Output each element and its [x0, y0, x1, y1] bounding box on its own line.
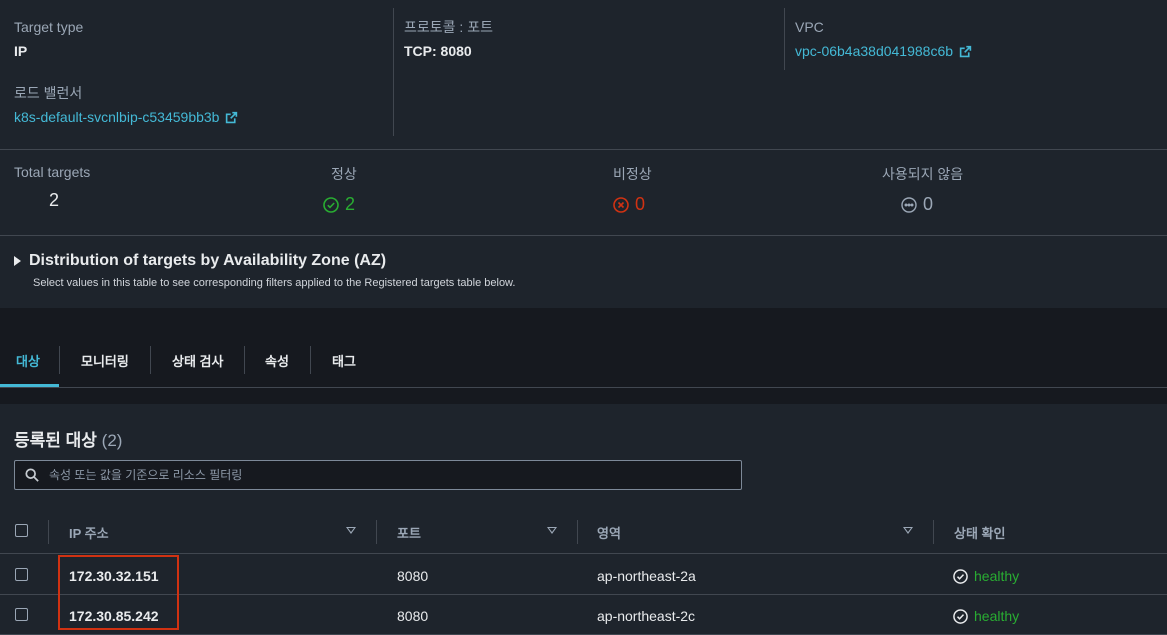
unhealthy-summary: 비정상 0: [613, 164, 652, 215]
table-header: IP 주소 포트 영역 상태 확인: [0, 508, 1167, 554]
column-separator: [376, 520, 377, 544]
row-health-text: healthy: [974, 608, 1020, 624]
filter-search-input[interactable]: [49, 468, 729, 482]
row-zone: ap-northeast-2a: [597, 568, 696, 584]
az-distribution-section: Distribution of targets by Availability …: [0, 236, 1167, 308]
details-col-target-type: Target type IP 로드 밸런서 k8s-default-svcnlb…: [14, 18, 238, 127]
az-distribution-toggle[interactable]: Distribution of targets by Availability …: [14, 252, 386, 270]
targets-summary: Total targets 2 정상 2 비정상 0 사용되지 않음 0: [0, 150, 1167, 236]
divider: [784, 8, 785, 70]
target-type-label: Target type: [14, 19, 84, 35]
row-port: 8080: [397, 568, 429, 584]
total-targets: Total targets 2: [14, 164, 90, 211]
load-balancer-label: 로드 밸런서: [14, 85, 83, 101]
search-icon: [25, 468, 39, 482]
unhealthy-count: 0: [635, 194, 646, 214]
protocol-label: 프로토콜 : 포트: [404, 19, 493, 35]
registered-targets-title-text: 등록된 대상: [14, 431, 97, 450]
error-circle-icon: [613, 196, 629, 213]
active-tab-indicator: [0, 384, 59, 387]
ip-highlight-box: [58, 555, 179, 630]
load-balancer-link[interactable]: k8s-default-svcnlbip-c53459bb3b: [14, 108, 238, 126]
details-col-vpc: VPC vpc-06b4a38d041988c6b: [795, 18, 972, 61]
row-port: 8080: [397, 608, 429, 624]
column-header-port[interactable]: 포트: [397, 523, 421, 542]
row-checkbox[interactable]: [15, 608, 28, 621]
details-col-protocol: 프로토콜 : 포트 TCP: 8080: [404, 18, 493, 60]
external-link-icon: [226, 111, 238, 123]
column-separator: [577, 520, 578, 544]
row-checkbox[interactable]: [15, 568, 28, 581]
healthy-value[interactable]: 2: [323, 194, 357, 215]
unused-count: 0: [923, 194, 934, 214]
load-balancer-link-text: k8s-default-svcnlbip-c53459bb3b: [14, 109, 220, 125]
sort-caret-icon[interactable]: [547, 527, 557, 534]
target-type-value: IP: [14, 43, 28, 59]
tab-bar: 대상 모니터링 상태 검사 속성 태그: [0, 308, 1167, 388]
sort-caret-icon[interactable]: [346, 527, 356, 534]
target-group-details: Target type IP 로드 밸런서 k8s-default-svcnlb…: [0, 0, 1167, 150]
more-circle-icon: [901, 196, 917, 213]
sort-caret-icon[interactable]: [903, 527, 913, 534]
registered-targets-count: (2): [101, 431, 123, 450]
column-header-health[interactable]: 상태 확인: [954, 523, 1005, 542]
column-separator: [933, 520, 934, 544]
vpc-link-text: vpc-06b4a38d041988c6b: [795, 43, 954, 59]
check-circle-icon: [953, 608, 968, 624]
filter-search-box: [14, 460, 742, 490]
tab-separator: [150, 346, 151, 374]
unused-label: 사용되지 않음: [882, 166, 964, 182]
column-header-zone[interactable]: 영역: [597, 523, 621, 542]
tab-targets[interactable]: 대상: [16, 351, 40, 370]
tab-attributes[interactable]: 속성: [265, 351, 289, 370]
unhealthy-label: 비정상: [613, 166, 652, 182]
column-header-ip[interactable]: IP 주소: [69, 523, 109, 542]
healthy-label: 정상: [331, 166, 357, 182]
external-link-icon: [959, 45, 972, 57]
row-health-status: healthy: [953, 568, 1019, 584]
total-targets-value: 2: [49, 190, 90, 211]
check-circle-icon: [953, 568, 968, 584]
unused-value[interactable]: 0: [901, 194, 963, 215]
column-separator: [48, 520, 49, 544]
select-all-checkbox[interactable]: [15, 524, 28, 537]
tab-separator: [310, 346, 311, 374]
unused-summary: 사용되지 않음 0: [882, 164, 963, 215]
tab-tags[interactable]: 태그: [332, 351, 356, 370]
tab-separator: [59, 346, 60, 374]
az-distribution-subtitle: Select values in this table to see corre…: [33, 277, 516, 289]
vpc-link[interactable]: vpc-06b4a38d041988c6b: [795, 42, 972, 60]
unhealthy-value[interactable]: 0: [613, 194, 652, 215]
total-targets-label: Total targets: [14, 164, 91, 180]
caret-right-icon: [14, 256, 21, 266]
healthy-summary: 정상 2: [323, 164, 357, 215]
az-distribution-title: Distribution of targets by Availability …: [29, 252, 387, 269]
tab-health-checks[interactable]: 상태 검사: [172, 351, 223, 370]
vpc-label: VPC: [795, 19, 824, 35]
divider: [393, 8, 394, 136]
tab-separator: [244, 346, 245, 374]
row-zone: ap-northeast-2c: [597, 608, 696, 624]
row-health-text: healthy: [974, 568, 1020, 584]
total-targets-count: 2: [49, 190, 60, 210]
protocol-value: TCP: 8080: [404, 43, 472, 59]
registered-targets-title: 등록된 대상 (2): [14, 426, 122, 451]
check-circle-icon: [323, 196, 339, 213]
tab-monitoring[interactable]: 모니터링: [81, 351, 129, 370]
row-health-status: healthy: [953, 608, 1019, 624]
healthy-count: 2: [345, 194, 356, 214]
